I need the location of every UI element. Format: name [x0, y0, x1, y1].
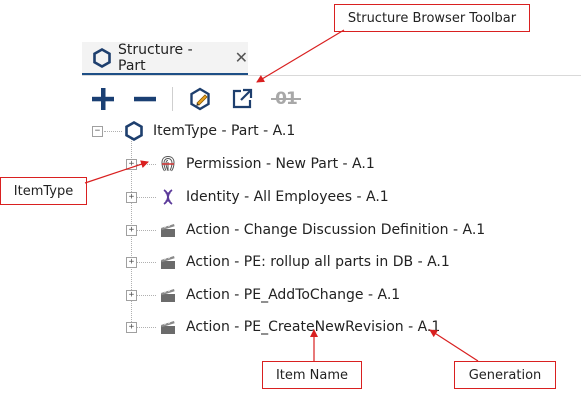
structure-browser-toolbar: 01 — [88, 84, 315, 114]
toolbar-separator — [172, 87, 173, 111]
tab-label: Structure - Part — [118, 41, 193, 74]
expand-toggle[interactable]: + — [126, 256, 137, 268]
callout-generation: Generation — [454, 361, 556, 389]
add-icon — [92, 88, 114, 110]
action-icon — [159, 286, 177, 304]
permission-icon — [159, 155, 177, 173]
generation-button[interactable]: 01 — [269, 84, 303, 114]
open-external-button[interactable] — [227, 84, 257, 114]
tree-node-label: Action - Change Discussion Definition - … — [186, 222, 486, 238]
tree-row-action[interactable]: + Action - PE_CreateNewRevision - A.1 — [126, 315, 440, 339]
expand-toggle[interactable]: + — [126, 158, 137, 170]
action-icon — [159, 253, 177, 271]
tree-row-permission[interactable]: + Permission - New Part - A.1 — [126, 152, 375, 176]
tree-node-label: Action - PE_CreateNewRevision - A.1 — [186, 319, 441, 335]
callout-itemtype: ItemType — [0, 177, 87, 205]
callout-item-name: Item Name — [262, 361, 362, 389]
edit-button[interactable] — [185, 84, 215, 114]
callout-structure-browser-toolbar: Structure Browser Toolbar — [334, 4, 530, 32]
expand-toggle[interactable]: + — [126, 321, 137, 333]
close-icon[interactable]: ✕ — [235, 48, 248, 67]
tab-structure-part[interactable]: Structure - Part ✕ — [82, 42, 248, 75]
tree-node-label: Identity - All Employees - A.1 — [186, 189, 389, 205]
tree-node-label: Action - PE: rollup all parts in DB - A.… — [186, 254, 450, 270]
generation-strike — [271, 98, 301, 100]
tree-row-action[interactable]: + Action - PE: rollup all parts in DB - … — [126, 250, 450, 274]
expand-toggle[interactable]: + — [126, 224, 137, 236]
remove-button[interactable] — [130, 84, 160, 114]
action-icon — [159, 318, 177, 336]
structure-hexagon-icon — [92, 47, 112, 68]
open-external-icon — [232, 88, 253, 109]
action-icon — [159, 221, 177, 239]
tree-row-action[interactable]: + Action - Change Discussion Definition … — [126, 218, 485, 242]
tree-row-root[interactable]: − ItemType - Part - A.1 — [92, 119, 295, 143]
tree-node-label: Permission - New Part - A.1 — [186, 156, 375, 172]
tree-row-identity[interactable]: + Identity - All Employees - A.1 — [126, 185, 389, 209]
expand-toggle[interactable]: + — [126, 191, 137, 203]
remove-icon — [134, 96, 156, 102]
collapse-toggle[interactable]: − — [92, 125, 103, 137]
identity-icon — [159, 188, 177, 206]
edit-icon — [190, 87, 210, 111]
add-button[interactable] — [88, 84, 118, 114]
expand-toggle[interactable]: + — [126, 289, 137, 301]
tree-node-label: Action - PE_AddToChange - A.1 — [186, 287, 401, 303]
tree-row-action[interactable]: + Action - PE_AddToChange - A.1 — [126, 283, 400, 307]
tree-node-label: ItemType - Part - A.1 — [153, 123, 296, 139]
itemtype-icon — [124, 121, 144, 141]
